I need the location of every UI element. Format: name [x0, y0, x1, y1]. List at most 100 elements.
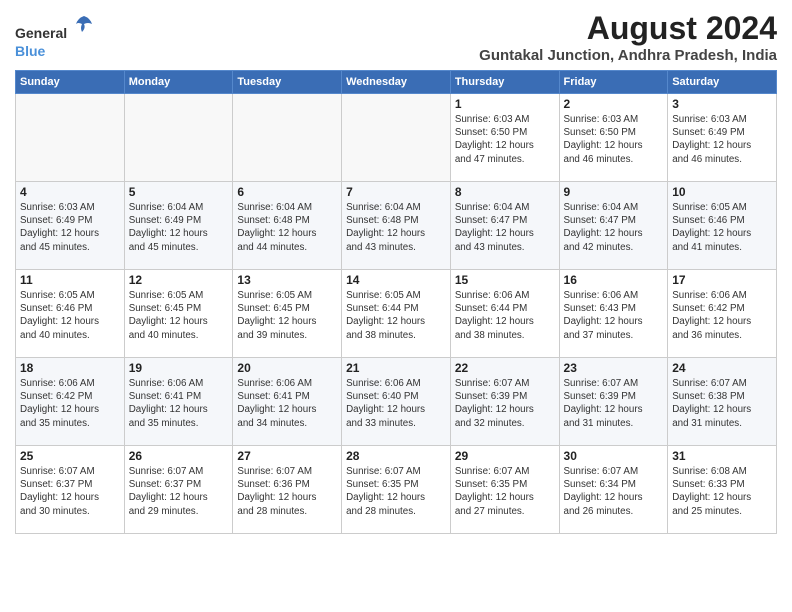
day-number: 28: [346, 449, 446, 463]
main-title: August 2024: [479, 10, 777, 47]
day-detail: Sunrise: 6:05 AM Sunset: 6:44 PM Dayligh…: [346, 289, 446, 342]
calendar-cell: 28 Sunrise: 6:07 AM Sunset: 6:35 PM Dayli…: [342, 446, 451, 534]
weekday-header-saturday: Saturday: [668, 71, 777, 94]
weekday-header-sunday: Sunday: [16, 71, 125, 94]
day-detail: Sunrise: 6:07 AM Sunset: 6:39 PM Dayligh…: [564, 377, 664, 430]
calendar-cell: 27 Sunrise: 6:07 AM Sunset: 6:36 PM Dayli…: [233, 446, 342, 534]
header: General Blue August 2024 Guntakal Juncti…: [15, 10, 777, 64]
day-detail: Sunrise: 6:06 AM Sunset: 6:41 PM Dayligh…: [129, 377, 229, 430]
day-number: 26: [129, 449, 229, 463]
calendar-cell: 8Sunrise: 6:04 AM Sunset: 6:47 PM Daylig…: [450, 182, 559, 270]
weekday-header-thursday: Thursday: [450, 71, 559, 94]
calendar-cell: 23Sunrise: 6:07 AM Sunset: 6:39 PM Dayli…: [559, 358, 668, 446]
weekday-header-friday: Friday: [559, 71, 668, 94]
day-detail: Sunrise: 6:03 AM Sunset: 6:49 PM Dayligh…: [672, 113, 772, 166]
calendar-cell: 20Sunrise: 6:06 AM Sunset: 6:41 PM Dayli…: [233, 358, 342, 446]
calendar-cell: 1 Sunrise: 6:03 AM Sunset: 6:50 PM Daylig…: [450, 94, 559, 182]
day-detail: Sunrise: 6:06 AM Sunset: 6:42 PM Dayligh…: [20, 377, 120, 430]
day-number: 8: [455, 185, 555, 199]
calendar-cell: 11 Sunrise: 6:05 AM Sunset: 6:46 PM Dayli…: [16, 270, 125, 358]
calendar-week-row: 18 Sunrise: 6:06 AM Sunset: 6:42 PM Dayli…: [16, 358, 777, 446]
weekday-header-wednesday: Wednesday: [342, 71, 451, 94]
calendar-cell: 16Sunrise: 6:06 AM Sunset: 6:43 PM Dayli…: [559, 270, 668, 358]
day-number: 15: [455, 273, 555, 287]
calendar-cell: 9 Sunrise: 6:04 AM Sunset: 6:47 PM Daylig…: [559, 182, 668, 270]
day-number: 22: [455, 361, 555, 375]
day-number: 14: [346, 273, 446, 287]
calendar-cell: 5 Sunrise: 6:04 AM Sunset: 6:49 PM Daylig…: [124, 182, 233, 270]
calendar-cell: 29 Sunrise: 6:07 AM Sunset: 6:35 PM Dayli…: [450, 446, 559, 534]
calendar-cell: 18 Sunrise: 6:06 AM Sunset: 6:42 PM Dayli…: [16, 358, 125, 446]
day-detail: Sunrise: 6:07 AM Sunset: 6:38 PM Dayligh…: [672, 377, 772, 430]
calendar-cell: 31Sunrise: 6:08 AM Sunset: 6:33 PM Dayli…: [668, 446, 777, 534]
calendar-cell: 7 Sunrise: 6:04 AM Sunset: 6:48 PM Daylig…: [342, 182, 451, 270]
day-number: 27: [237, 449, 337, 463]
day-detail: Sunrise: 6:04 AM Sunset: 6:49 PM Dayligh…: [129, 201, 229, 254]
day-number: 24: [672, 361, 772, 375]
day-number: 5: [129, 185, 229, 199]
day-number: 25: [20, 449, 120, 463]
day-number: 3: [672, 97, 772, 111]
day-detail: Sunrise: 6:04 AM Sunset: 6:47 PM Dayligh…: [564, 201, 664, 254]
weekday-header-row: SundayMondayTuesdayWednesdayThursdayFrid…: [16, 71, 777, 94]
day-number: 9: [564, 185, 664, 199]
day-number: 7: [346, 185, 446, 199]
day-number: 19: [129, 361, 229, 375]
day-detail: Sunrise: 6:03 AM Sunset: 6:49 PM Dayligh…: [20, 201, 120, 254]
calendar-cell: 10 Sunrise: 6:05 AM Sunset: 6:46 PM Dayli…: [668, 182, 777, 270]
calendar-cell: 12 Sunrise: 6:05 AM Sunset: 6:45 PM Dayli…: [124, 270, 233, 358]
day-number: 2: [564, 97, 664, 111]
day-detail: Sunrise: 6:03 AM Sunset: 6:50 PM Dayligh…: [564, 113, 664, 166]
day-number: 30: [564, 449, 664, 463]
day-detail: Sunrise: 6:07 AM Sunset: 6:35 PM Dayligh…: [346, 465, 446, 518]
calendar-cell: 14 Sunrise: 6:05 AM Sunset: 6:44 PM Dayli…: [342, 270, 451, 358]
calendar-cell: 2 Sunrise: 6:03 AM Sunset: 6:50 PM Daylig…: [559, 94, 668, 182]
calendar-cell: 13 Sunrise: 6:05 AM Sunset: 6:45 PM Dayli…: [233, 270, 342, 358]
calendar-cell: [124, 94, 233, 182]
calendar-week-row: 1 Sunrise: 6:03 AM Sunset: 6:50 PM Daylig…: [16, 94, 777, 182]
calendar-week-row: 11 Sunrise: 6:05 AM Sunset: 6:46 PM Dayli…: [16, 270, 777, 358]
day-number: 4: [20, 185, 120, 199]
day-detail: Sunrise: 6:07 AM Sunset: 6:37 PM Dayligh…: [129, 465, 229, 518]
calendar-table: SundayMondayTuesdayWednesdayThursdayFrid…: [15, 70, 777, 534]
logo-bird-icon: [74, 14, 94, 38]
calendar-cell: 4 Sunrise: 6:03 AM Sunset: 6:49 PM Daylig…: [16, 182, 125, 270]
day-number: 6: [237, 185, 337, 199]
day-detail: Sunrise: 6:05 AM Sunset: 6:46 PM Dayligh…: [672, 201, 772, 254]
day-detail: Sunrise: 6:07 AM Sunset: 6:36 PM Dayligh…: [237, 465, 337, 518]
calendar-cell: 30Sunrise: 6:07 AM Sunset: 6:34 PM Dayli…: [559, 446, 668, 534]
day-detail: Sunrise: 6:05 AM Sunset: 6:45 PM Dayligh…: [129, 289, 229, 342]
day-number: 13: [237, 273, 337, 287]
weekday-header-monday: Monday: [124, 71, 233, 94]
day-detail: Sunrise: 6:07 AM Sunset: 6:39 PM Dayligh…: [455, 377, 555, 430]
calendar-cell: 17Sunrise: 6:06 AM Sunset: 6:42 PM Dayli…: [668, 270, 777, 358]
calendar-cell: [342, 94, 451, 182]
calendar-cell: 3 Sunrise: 6:03 AM Sunset: 6:49 PM Daylig…: [668, 94, 777, 182]
calendar-cell: [233, 94, 342, 182]
day-number: 31: [672, 449, 772, 463]
day-number: 11: [20, 273, 120, 287]
day-detail: Sunrise: 6:04 AM Sunset: 6:48 PM Dayligh…: [237, 201, 337, 254]
day-number: 16: [564, 273, 664, 287]
calendar-week-row: 4 Sunrise: 6:03 AM Sunset: 6:49 PM Daylig…: [16, 182, 777, 270]
weekday-header-tuesday: Tuesday: [233, 71, 342, 94]
day-number: 17: [672, 273, 772, 287]
day-number: 1: [455, 97, 555, 111]
day-detail: Sunrise: 6:07 AM Sunset: 6:35 PM Dayligh…: [455, 465, 555, 518]
calendar-cell: 24 Sunrise: 6:07 AM Sunset: 6:38 PM Dayli…: [668, 358, 777, 446]
day-detail: Sunrise: 6:06 AM Sunset: 6:41 PM Dayligh…: [237, 377, 337, 430]
day-detail: Sunrise: 6:05 AM Sunset: 6:46 PM Dayligh…: [20, 289, 120, 342]
calendar-cell: 15Sunrise: 6:06 AM Sunset: 6:44 PM Dayli…: [450, 270, 559, 358]
calendar-week-row: 25 Sunrise: 6:07 AM Sunset: 6:37 PM Dayli…: [16, 446, 777, 534]
day-detail: Sunrise: 6:03 AM Sunset: 6:50 PM Dayligh…: [455, 113, 555, 166]
day-number: 18: [20, 361, 120, 375]
day-detail: Sunrise: 6:05 AM Sunset: 6:45 PM Dayligh…: [237, 289, 337, 342]
day-number: 29: [455, 449, 555, 463]
logo: General Blue: [15, 14, 94, 61]
calendar-cell: 6 Sunrise: 6:04 AM Sunset: 6:48 PM Daylig…: [233, 182, 342, 270]
day-detail: Sunrise: 6:04 AM Sunset: 6:48 PM Dayligh…: [346, 201, 446, 254]
page: General Blue August 2024 Guntakal Juncti…: [0, 0, 792, 612]
day-number: 12: [129, 273, 229, 287]
logo-blue: Blue: [15, 43, 45, 59]
day-number: 10: [672, 185, 772, 199]
